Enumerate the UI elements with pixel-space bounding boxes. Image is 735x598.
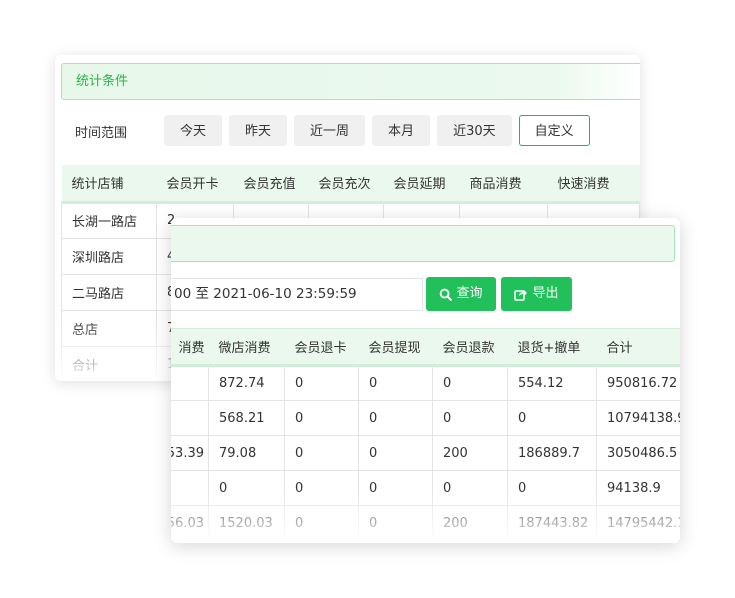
column-header: 合计 xyxy=(596,328,680,367)
table-row: 0 0 0 0 0 94138.9 xyxy=(171,470,680,506)
column-header: 会员提现 xyxy=(358,328,433,367)
table-cell: 79.08 xyxy=(208,435,285,471)
table-cell: 0 xyxy=(432,400,508,436)
time-range-buttons: 今天 昨天 近一周 本月 近30天 自定义 xyxy=(164,115,597,146)
range-week-button[interactable]: 近一周 xyxy=(294,115,366,146)
table-cell: 14795442.1 xyxy=(596,505,680,541)
column-header: 会员延期 xyxy=(383,165,460,204)
table-row: 568.21 0 0 0 0 10794138.9 xyxy=(171,400,680,436)
export-button[interactable]: 导出 xyxy=(501,277,572,311)
table-cell xyxy=(171,470,209,506)
table-cell: 200 xyxy=(432,505,508,541)
store-name-cell: 总店 xyxy=(61,309,157,347)
table-cell: 0 xyxy=(358,400,433,436)
table-cell: 0 xyxy=(358,435,433,471)
range-30days-button[interactable]: 近30天 xyxy=(437,115,512,146)
table-cell: 0 xyxy=(284,365,359,401)
query-button[interactable]: 查询 xyxy=(426,277,496,311)
column-header: 退货+撤单 xyxy=(507,328,597,367)
table-cell: 0 xyxy=(432,365,508,401)
range-custom-button[interactable]: 自定义 xyxy=(518,115,590,146)
column-header: 快速消费 xyxy=(547,165,640,204)
table-cell: 187443.82 xyxy=(507,505,597,541)
table-cell: 0 xyxy=(284,470,359,506)
column-header: 微店消费 xyxy=(208,328,285,367)
range-month-button[interactable]: 本月 xyxy=(372,115,431,146)
table-cell: 186889.7 xyxy=(507,435,597,471)
date-range-input[interactable]: 00 至 2021-06-10 23:59:59 xyxy=(171,278,423,311)
stats-results-panel: 00 至 2021-06-10 23:59:59 查询 导出 消费 微店消费 会… xyxy=(171,218,680,543)
table-cell: 950816.72 xyxy=(596,365,680,401)
range-today-button[interactable]: 今天 xyxy=(164,115,223,146)
table-cell: 94138.9 xyxy=(596,470,680,506)
table-cell: 0 xyxy=(432,470,508,506)
share-export-icon xyxy=(514,289,528,301)
table-cell: 0 xyxy=(208,470,285,506)
table-cell: 568.21 xyxy=(208,400,285,436)
table-cell: 0 xyxy=(284,435,359,471)
consumption-stats-table: 消费 微店消费 会员退卡 会员提现 会员退款 退货+撤单 合计 872.74 0… xyxy=(171,328,680,541)
table-cell: 200 xyxy=(432,435,508,471)
table-cell: 554.12 xyxy=(507,365,597,401)
column-header: 商品消费 xyxy=(459,165,548,204)
export-button-label: 导出 xyxy=(532,286,559,301)
table-cell xyxy=(171,365,209,401)
table-cell xyxy=(171,400,209,436)
column-header: 会员充次 xyxy=(308,165,384,204)
table-header-row: 统计店铺 会员开卡 会员充值 会员充次 会员延期 商品消费 快速消费 xyxy=(61,165,640,204)
range-yesterday-button[interactable]: 昨天 xyxy=(229,115,288,146)
column-header: 统计店铺 xyxy=(61,165,157,204)
column-header: 会员开卡 xyxy=(156,165,234,204)
conditions-header: 统计条件 xyxy=(61,63,640,100)
table-cell: 3050486.5 xyxy=(596,435,680,471)
table-cell: 0 xyxy=(507,470,597,506)
table-row: 872.74 0 0 0 554.12 950816.72 xyxy=(171,365,680,401)
table-row: 53.39 79.08 0 0 200 186889.7 3050486.5 xyxy=(171,435,680,471)
table-header-row: 消费 微店消费 会员退卡 会员提现 会员退款 退货+撤单 合计 xyxy=(171,328,680,367)
table-row: 56.03 1520.03 0 0 200 187443.82 14795442… xyxy=(171,505,680,541)
store-name-cell: 深圳路店 xyxy=(61,237,157,275)
table-cell: 0 xyxy=(507,400,597,436)
column-header: 会员退款 xyxy=(432,328,508,367)
time-range-label: 时间范围 xyxy=(75,126,128,141)
table-cell: 0 xyxy=(284,400,359,436)
table-cell: 0 xyxy=(358,470,433,506)
table-cell: 56.03 xyxy=(171,505,209,541)
table-cell: 53.39 xyxy=(171,435,209,471)
column-header: 会员退卡 xyxy=(284,328,359,367)
search-icon xyxy=(440,288,453,301)
table-cell: 0 xyxy=(358,505,433,541)
table-cell: 0 xyxy=(284,505,359,541)
table-cell: 872.74 xyxy=(208,365,285,401)
query-button-label: 查询 xyxy=(456,286,483,301)
store-name-cell: 合计 xyxy=(61,345,157,381)
results-header xyxy=(171,225,675,262)
store-name-cell: 长湖一路店 xyxy=(61,201,157,239)
store-name-cell: 二马路店 xyxy=(61,273,157,311)
table-cell: 10794138.9 xyxy=(596,400,680,436)
column-header: 会员充值 xyxy=(233,165,309,204)
column-header: 消费 xyxy=(171,328,209,367)
table-cell: 1520.03 xyxy=(208,505,285,541)
table-cell: 0 xyxy=(358,365,433,401)
